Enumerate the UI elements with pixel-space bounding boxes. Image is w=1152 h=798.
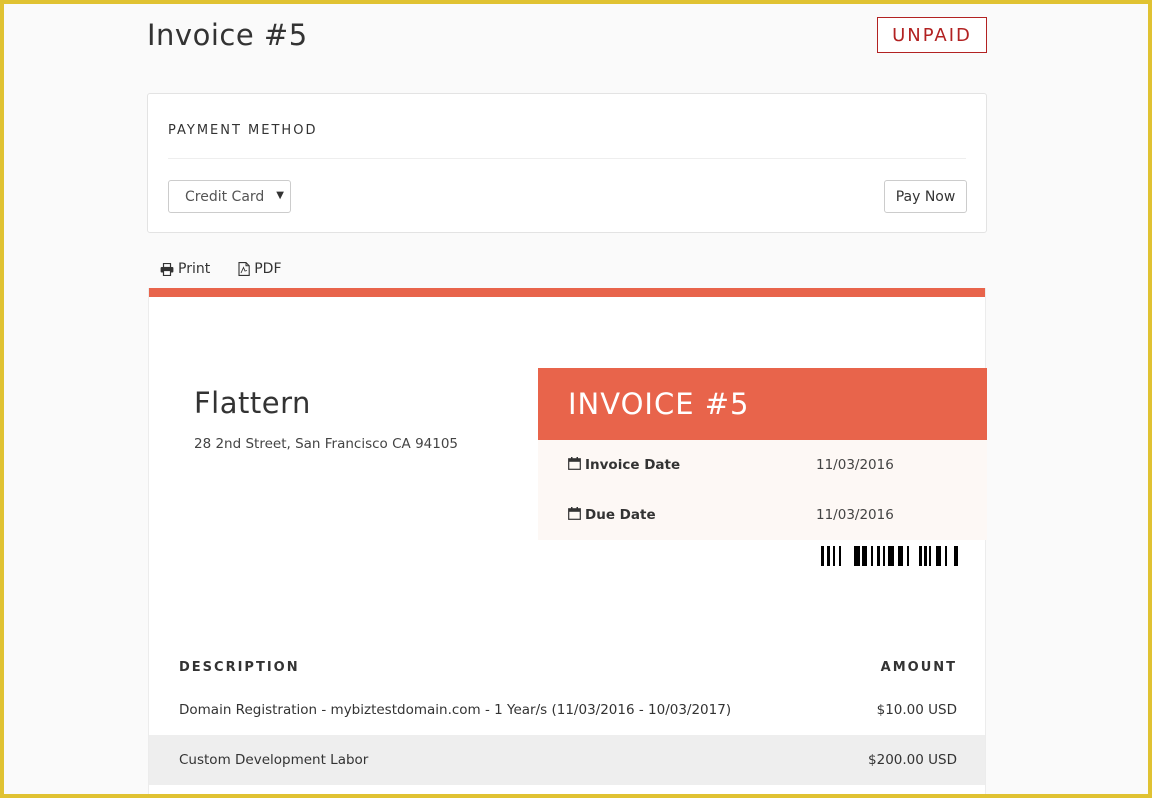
- description-column-header: DESCRIPTION: [179, 660, 300, 675]
- invoice-date-row: Invoice Date 11/03/2016: [568, 455, 987, 475]
- due-date-label: Due Date: [585, 507, 656, 523]
- invoice-heading: INVOICE #5: [538, 368, 987, 440]
- invoice-accent-bar: [149, 288, 985, 297]
- payment-method-panel: PAYMENT METHOD Credit Card ▼ Pay Now: [147, 93, 987, 233]
- invoice-date-value: 11/03/2016: [816, 457, 894, 473]
- barcode: [821, 546, 961, 570]
- status-badge: UNPAID: [877, 17, 987, 53]
- caret-down-icon: ▼: [276, 190, 284, 201]
- item-description: Custom Development Labor: [179, 752, 369, 768]
- invoice-dates: Invoice Date 11/03/2016 Due Date 11/03/2…: [538, 440, 987, 540]
- calendar-icon: [568, 506, 581, 524]
- print-label: Print: [178, 261, 211, 277]
- invoice-toolbar: Print PDF: [160, 261, 282, 277]
- pdf-button[interactable]: PDF: [238, 261, 282, 277]
- company-address: 28 2nd Street, San Francisco CA 94105: [194, 436, 459, 452]
- amount-column-header: AMOUNT: [880, 660, 957, 675]
- invoice-page: Invoice #5 UNPAID PAYMENT METHOD Credit …: [4, 4, 1148, 794]
- item-amount: $200.00 USD: [868, 752, 957, 768]
- table-row: Domain Registration - mybiztestdomain.co…: [149, 685, 985, 735]
- pay-now-button[interactable]: Pay Now: [884, 180, 967, 213]
- item-amount: $10.00 USD: [876, 702, 957, 718]
- print-button[interactable]: Print: [160, 261, 210, 277]
- items-table-header: DESCRIPTION AMOUNT: [179, 660, 957, 675]
- calendar-icon: [568, 456, 581, 474]
- payment-method-title: PAYMENT METHOD: [168, 123, 318, 138]
- payment-method-select[interactable]: Credit Card ▼: [168, 180, 291, 213]
- company-name: Flattern: [194, 386, 311, 420]
- payment-divider: [168, 158, 966, 159]
- pdf-file-icon: [238, 262, 250, 276]
- pdf-label: PDF: [254, 261, 282, 277]
- table-row: Custom Development Labor $200.00 USD: [149, 735, 985, 785]
- due-date-label-group: Due Date: [568, 506, 816, 524]
- item-description: Domain Registration - mybiztestdomain.co…: [179, 702, 732, 718]
- invoice-summary-box: INVOICE #5 Invoice Date 11/03/2016 Due D…: [538, 368, 987, 540]
- printer-icon: [160, 262, 174, 276]
- due-date-value: 11/03/2016: [816, 507, 894, 523]
- payment-method-value: Credit Card: [185, 188, 265, 205]
- invoice-date-label: Invoice Date: [585, 457, 681, 473]
- invoice-card: Flattern 28 2nd Street, San Francisco CA…: [148, 288, 987, 794]
- due-date-row: Due Date 11/03/2016: [568, 505, 987, 525]
- invoice-date-label-group: Invoice Date: [568, 456, 816, 474]
- page-title: Invoice #5: [147, 18, 308, 52]
